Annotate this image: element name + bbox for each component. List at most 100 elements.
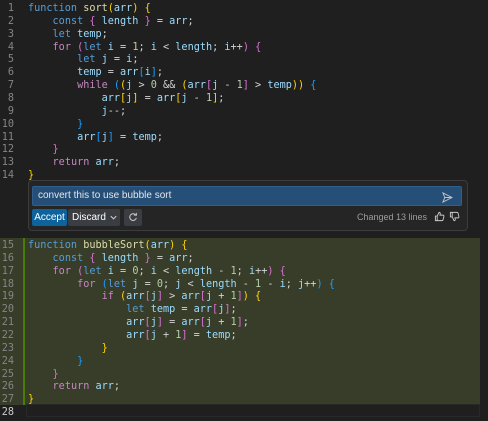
code-line[interactable]: 21 arr[j] = arr[j + 1];	[0, 316, 488, 329]
code-text: arr[j + 1] = temp;	[28, 329, 237, 342]
code-token: temp	[77, 28, 102, 40]
inline-chat-widget: convert this to use bubble sort Accept D…	[28, 180, 468, 231]
code-text: for (let i = 1; i < length; i++) {	[28, 41, 262, 54]
code-text: function sort(arr) {	[28, 2, 151, 15]
code-token: =	[101, 67, 121, 79]
code-token: {	[89, 15, 102, 27]
code-line[interactable]: 13 return arr;	[0, 156, 488, 169]
code-line[interactable]: 15 function bubbleSort(arr) {	[0, 239, 488, 252]
code-line[interactable]: 16 const { length } = arr;	[0, 252, 488, 265]
code-token: -	[236, 278, 256, 290]
code-line[interactable]: 6 temp = arr[i];	[0, 66, 488, 79]
code-token: =	[138, 92, 157, 104]
code-token: length	[199, 278, 237, 290]
code-line[interactable]: 5 let j = i;	[0, 53, 488, 66]
code-line[interactable]: 12 }	[0, 143, 488, 156]
code-token: arr	[101, 92, 121, 104]
send-icon[interactable]	[442, 192, 453, 203]
code-text: arr[j] = arr[j - 1];	[28, 92, 225, 105]
code-line[interactable]: 10 }	[0, 118, 488, 131]
code-text: }	[28, 118, 83, 131]
code-token: arr	[126, 317, 145, 329]
code-text: function bubbleSort(arr) {	[28, 239, 188, 252]
discard-label: Discard	[72, 212, 106, 223]
code-text: return arr;	[28, 156, 120, 169]
code-token: ;	[163, 278, 176, 290]
code-token: =	[113, 131, 133, 143]
code-line[interactable]: 19 if (arr[j] > arr[j + 1]) {	[0, 290, 488, 303]
line-number: 21	[1, 317, 14, 329]
code-token: arr	[120, 67, 139, 79]
code-token: let	[77, 54, 102, 66]
code-line[interactable]: 7 while ((j > 0 && (arr[j - 1] > temp)) …	[0, 79, 488, 92]
code-token: -	[218, 80, 237, 92]
line-number: 23	[1, 342, 14, 354]
line-number: 13	[1, 157, 14, 169]
thumbs-up-icon[interactable]	[434, 211, 445, 222]
code-line[interactable]: 20 let temp = arr[j];	[0, 303, 488, 316]
code-token: temp	[132, 131, 157, 143]
code-line[interactable]: 17 for (let i = 0; i < length - 1; i++) …	[0, 265, 488, 278]
code-token: arr	[150, 240, 170, 251]
code-token: ))	[291, 80, 305, 92]
code-line[interactable]: 23 }	[0, 342, 488, 355]
code-token: ;	[113, 157, 121, 169]
code-line[interactable]: 1 function sort(arr) {	[0, 2, 488, 15]
regenerate-button[interactable]	[124, 209, 142, 226]
code-token: {	[255, 291, 262, 303]
code-token: =	[150, 15, 170, 27]
code-token: for	[52, 265, 78, 277]
code-token: let	[83, 265, 108, 277]
code-token: arr	[169, 252, 188, 264]
code-token: ;	[138, 265, 151, 277]
code-token: length	[175, 265, 213, 277]
line-number: 27	[1, 394, 14, 406]
code-token: for	[77, 278, 102, 290]
code-token: let	[52, 28, 78, 40]
line-number: 26	[1, 381, 14, 393]
code-token: function	[28, 240, 84, 251]
code-token: let	[126, 304, 151, 316]
code-line[interactable]: 26 return arr;	[0, 380, 488, 393]
code-line[interactable]: 3 let temp;	[0, 28, 488, 41]
code-token: {	[144, 3, 151, 14]
code-line[interactable]: 11 arr[j] = temp;	[0, 131, 488, 144]
code-token: {	[279, 265, 286, 277]
code-token: return	[52, 157, 96, 169]
chat-prompt-input[interactable]: convert this to use bubble sort	[32, 186, 462, 206]
code-token: sort	[83, 3, 108, 14]
code-line[interactable]: 18 for (let j = 0; j < length - 1 - i; j…	[0, 278, 488, 291]
code-token: -	[187, 92, 206, 104]
accept-button[interactable]: Accept	[32, 209, 67, 226]
code-token: ;	[230, 329, 237, 341]
code-token: while	[77, 80, 114, 92]
discard-options-button[interactable]	[107, 209, 120, 226]
code-token: &&	[156, 80, 182, 92]
code-line[interactable]: 4 for (let i = 1; i < length; i++) {	[0, 41, 488, 54]
code-line[interactable]: 8 arr[j] = arr[j - 1];	[0, 92, 488, 105]
line-number: 11	[1, 131, 14, 143]
line-number: 15	[1, 240, 14, 251]
code-token: return	[52, 381, 96, 393]
code-token: for	[52, 41, 78, 53]
code-token: ;	[156, 67, 163, 79]
code-text: arr[j] = temp;	[28, 131, 163, 144]
line-number: 9	[7, 105, 14, 117]
code-line[interactable]: 2 const { length } = arr;	[0, 15, 488, 28]
code-token: }	[77, 118, 84, 130]
code-token: arr	[181, 317, 200, 329]
thumbs-down-icon[interactable]	[449, 211, 460, 222]
code-text: for (let i = 0; i < length - 1; i++) {	[28, 265, 286, 278]
code-line[interactable]: 24 }	[0, 355, 488, 368]
code-line[interactable]: 9 j--;	[0, 105, 488, 118]
code-line[interactable]: 22 arr[j + 1] = temp;	[0, 329, 488, 342]
code-line[interactable]: 25 }	[0, 368, 488, 381]
current-line-highlight	[26, 404, 480, 417]
code-token: ++	[230, 41, 243, 53]
